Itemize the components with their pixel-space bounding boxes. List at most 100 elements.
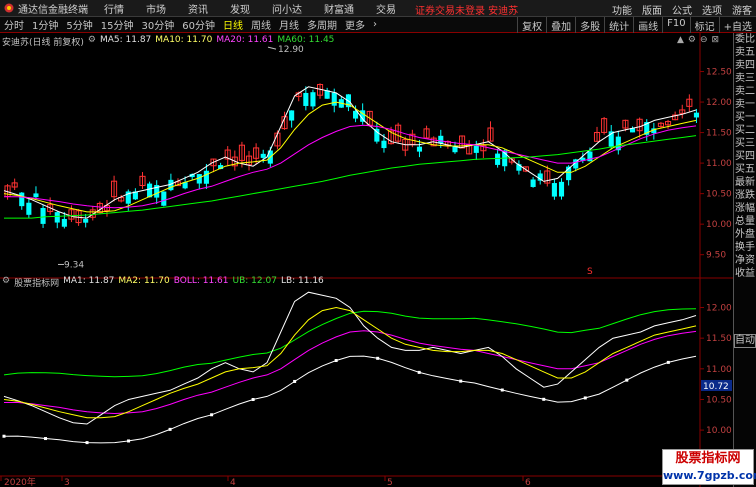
lb-marker <box>583 396 587 400</box>
lb-marker <box>334 359 338 363</box>
x-tick-label: 3 <box>64 478 70 487</box>
ub-label: UB: 12.07 <box>232 276 277 286</box>
period-timeshare[interactable]: 分时 <box>0 17 28 32</box>
sidebar-tab[interactable]: 最新 <box>734 176 756 189</box>
ma-line-ma20 <box>4 124 697 209</box>
ma2-line <box>3 306 697 419</box>
lb-marker <box>251 398 255 402</box>
chart-canvas[interactable]: 12.50 12.00 11.50 11.00 10.50 10.00 9.50 12.00 1… <box>0 33 733 487</box>
zoom-out-icon[interactable]: ⊖ <box>700 35 708 45</box>
lb-marker <box>376 356 380 360</box>
settings-icon[interactable]: ⚙ <box>88 35 96 48</box>
price-tick-label: 12.00 <box>706 98 732 108</box>
sidebar-tab[interactable]: 涨幅 <box>734 202 756 215</box>
boll-line <box>4 330 697 415</box>
sidebar-tab[interactable]: 卖一 <box>734 98 756 111</box>
period-30min[interactable]: 30分钟 <box>137 17 178 32</box>
up-triangle-icon[interactable]: ▲ <box>677 35 684 45</box>
menu-formula[interactable]: 公式 <box>672 2 692 17</box>
menu-function[interactable]: 功能 <box>612 2 632 17</box>
sidebar-tab[interactable]: 总量 <box>734 215 756 228</box>
tool-mark[interactable]: 标记 <box>689 17 719 33</box>
ma60-label: MA60: 11.45 <box>277 35 335 45</box>
menu-ask[interactable]: 问小达 <box>272 1 302 16</box>
menu-options[interactable]: 选项 <box>702 2 722 17</box>
candle-body <box>551 183 557 197</box>
sidebar-tab[interactable]: 净资 <box>734 254 756 267</box>
sidebar-tab[interactable]: 买一 <box>734 111 756 124</box>
ma20-label: MA20: 11.61 <box>216 35 274 45</box>
period-monthly[interactable]: 月线 <box>275 17 303 32</box>
indicator-name: 股票指标网 <box>14 279 60 289</box>
settings-icon[interactable]: ⚙ <box>2 276 10 289</box>
candle-body <box>381 140 387 149</box>
more-arrow-icon[interactable]: › <box>369 19 381 30</box>
period-multi[interactable]: 多周期 <box>303 17 341 32</box>
menu-discover[interactable]: 发现 <box>230 1 250 16</box>
tool-stats[interactable]: 统计 <box>604 17 633 33</box>
sidebar-tab[interactable]: 换手 <box>734 241 756 254</box>
current-price-label: 10.72 <box>703 382 729 392</box>
app-title: 通达信金融终端 <box>18 4 88 16</box>
candle-body <box>61 218 67 227</box>
watermark: 股票指标网 www.7gpzb.com <box>662 449 756 485</box>
lb-marker <box>127 439 131 443</box>
app-logo-icon <box>3 2 15 14</box>
menu-guest[interactable]: 游客 <box>732 2 752 17</box>
settings-icon[interactable]: ⚙ <box>688 35 696 45</box>
menu-quotes[interactable]: 行情 <box>104 1 124 16</box>
menu-trade[interactable]: 交易 <box>376 1 396 16</box>
sub-price-tick-label: 11.00 <box>706 365 732 375</box>
candle-body <box>303 92 309 106</box>
candle-body <box>33 193 39 198</box>
sidebar-tab[interactable]: 卖二 <box>734 85 756 98</box>
candle-body <box>19 192 25 207</box>
ub-line <box>3 308 697 378</box>
sidebar-tab[interactable]: 买五 <box>734 163 756 176</box>
sidebar-tab[interactable]: 涨跌 <box>734 189 756 202</box>
sub-price-tick-label: 10.00 <box>706 426 732 436</box>
sidebar-tab[interactable]: 买四 <box>734 150 756 163</box>
auto-button[interactable]: 自动 <box>734 334 756 348</box>
period-15min[interactable]: 15分钟 <box>97 17 138 32</box>
lb-marker <box>500 388 504 392</box>
sidebar-tab[interactable]: 收益 <box>734 267 756 280</box>
tool-f10[interactable]: F10 <box>662 17 689 33</box>
period-toolbar: 分时 1分钟 5分钟 15分钟 30分钟 60分钟 日线 周线 月线 多周期 更… <box>0 17 756 33</box>
period-weekly[interactable]: 周线 <box>247 17 275 32</box>
main-indicator-info: 安迪苏(日线 前复权) ⚙ MA5: 11.87 MA10: 11.70 MA2… <box>2 35 334 48</box>
period-5min[interactable]: 5分钟 <box>62 17 96 32</box>
menu-news[interactable]: 资讯 <box>188 1 208 16</box>
chart-controls: ▲ ⚙ ⊖ ⊠ <box>677 35 719 45</box>
candle-body <box>693 112 699 118</box>
period-1min[interactable]: 1分钟 <box>28 17 62 32</box>
menu-wealth[interactable]: 财富通 <box>324 1 354 16</box>
sidebar-tab[interactable]: 卖四 <box>734 59 756 72</box>
period-60min[interactable]: 60分钟 <box>178 17 219 32</box>
price-tick-label: 10.00 <box>706 220 732 230</box>
login-alert[interactable]: 证券交易未登录 安迪苏 <box>415 2 518 17</box>
close-icon[interactable]: ⊠ <box>712 35 720 45</box>
tool-draw[interactable]: 画线 <box>633 17 662 33</box>
sidebar-tab[interactable]: 卖三 <box>734 72 756 85</box>
sidebar-tab[interactable]: 委比 <box>734 33 756 46</box>
lb-marker <box>85 441 89 445</box>
period-more[interactable]: 更多 <box>341 17 369 32</box>
sidebar-tab[interactable]: 买二 <box>734 124 756 137</box>
candle-body <box>260 153 266 158</box>
ma5-label: MA5: 11.87 <box>99 35 152 45</box>
period-daily[interactable]: 日线 <box>219 17 247 32</box>
menu-bar: 通达信金融终端 行情 市场 资讯 发现 问小达 财富通 交易 证券交易未登录 安… <box>0 0 756 17</box>
tool-overlay[interactable]: 叠加 <box>546 17 575 33</box>
sidebar-tab[interactable]: 卖五 <box>734 46 756 59</box>
menu-layout[interactable]: 版面 <box>642 2 662 17</box>
sidebar-tab[interactable]: 买三 <box>734 137 756 150</box>
tool-adjust[interactable]: 复权 <box>517 17 546 33</box>
menu-market[interactable]: 市场 <box>146 1 166 16</box>
price-tick-label: 11.50 <box>706 129 732 139</box>
add-watchlist-button[interactable]: +自选 <box>718 17 756 33</box>
candle-body <box>203 170 209 184</box>
x-tick-label: 5 <box>387 478 393 487</box>
sidebar-tab[interactable]: 外盘 <box>734 228 756 241</box>
tool-multistock[interactable]: 多股 <box>575 17 604 33</box>
